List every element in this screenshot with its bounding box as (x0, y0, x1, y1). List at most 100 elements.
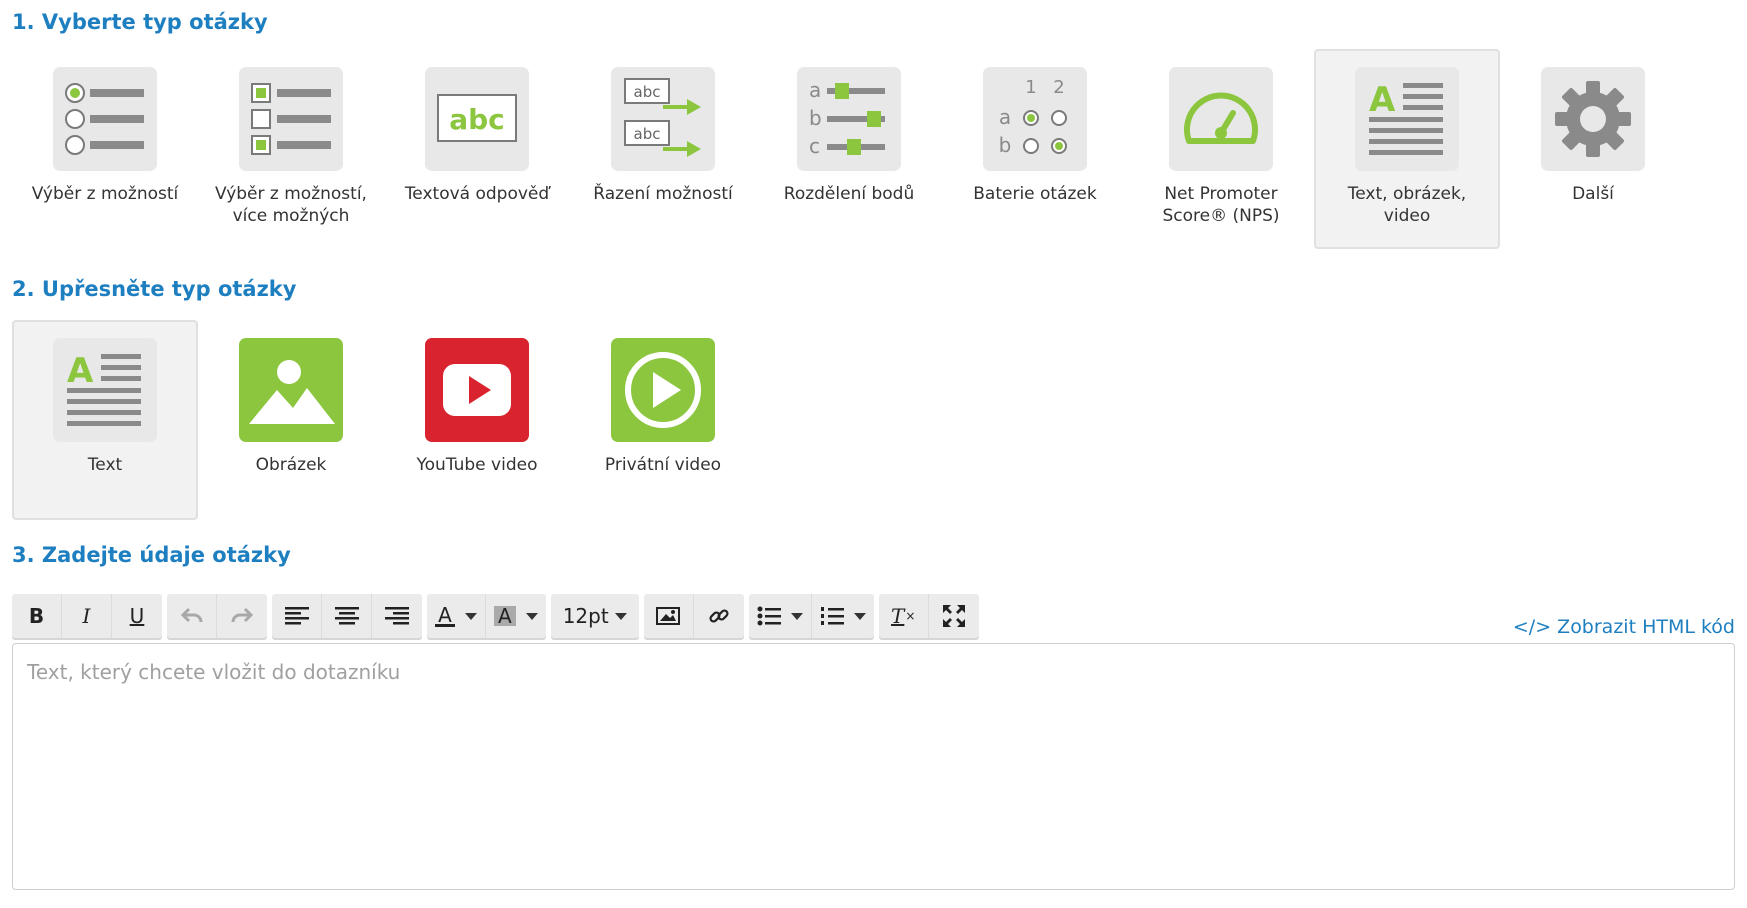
align-right-icon (385, 607, 409, 625)
type-label: Výběr z možností (31, 184, 179, 204)
question-type-list: Výběr z možností Výběr z možností, více … (12, 49, 1686, 249)
type-text-answer[interactable]: abc Textová odpověď (384, 49, 570, 249)
image-icon (656, 607, 681, 625)
nps-gauge-icon (1169, 67, 1273, 171)
font-color-button[interactable]: A (427, 594, 486, 638)
subtype-text[interactable]: A Text (12, 320, 198, 520)
subtype-youtube[interactable]: YouTube video (384, 320, 570, 520)
image-icon (239, 338, 343, 442)
type-label: Řazení možností (593, 184, 733, 204)
font-size-select[interactable]: 12pt (551, 594, 639, 638)
history-group (167, 594, 267, 638)
type-label: Text (87, 455, 123, 475)
underline-button[interactable]: U (112, 594, 162, 638)
gear-icon (1541, 67, 1645, 171)
align-center-button[interactable] (322, 594, 372, 638)
play-icon (611, 338, 715, 442)
question-battery-icon: 1 2 a b (983, 67, 1087, 171)
type-multiple-choice[interactable]: Výběr z možností, více možných (198, 49, 384, 249)
type-label: Výběr z možností, více možných (215, 184, 367, 226)
type-label: Baterie otázek (973, 184, 1097, 204)
abc-text: abc (634, 125, 661, 143)
insert-group (643, 594, 744, 638)
insert-link-button[interactable] (694, 594, 744, 638)
type-label: Textová odpověď (404, 184, 550, 204)
undo-button[interactable] (167, 594, 217, 638)
type-label: Net Promoter Score® (NPS) (1162, 184, 1280, 226)
type-label: Privátní video (604, 455, 722, 475)
b-text: b (999, 133, 1012, 157)
multiple-choice-icon (239, 67, 343, 171)
fullscreen-icon (942, 605, 965, 627)
text-answer-icon: abc (425, 67, 529, 171)
bullet-list-icon (757, 606, 781, 626)
format-group: B I U (12, 594, 162, 638)
ordering-icon: abc abc (611, 67, 715, 171)
background-color-icon: A (494, 606, 516, 626)
type-points-distribution[interactable]: a b c Rozdělení bodů (756, 49, 942, 249)
numbered-list-icon (820, 607, 844, 625)
type-nps[interactable]: Net Promoter Score® (NPS) (1128, 49, 1314, 249)
section-1-title: 1. Vyberte typ otázky (12, 10, 268, 34)
redo-icon (231, 607, 253, 623)
abc-text: abc (634, 83, 661, 101)
two-text: 2 (1053, 77, 1064, 98)
fullscreen-button[interactable] (929, 594, 979, 638)
b-text: b (809, 106, 822, 130)
bold-button[interactable]: B (12, 594, 62, 638)
type-text-image-video[interactable]: A Text, obrázek, video (1314, 49, 1500, 249)
A-text: A (67, 351, 94, 391)
bullet-list-button[interactable] (749, 594, 812, 638)
insert-image-button[interactable] (644, 594, 694, 638)
type-label: Rozdělení bodů (783, 184, 915, 204)
bg-color-glyph: A (498, 604, 512, 628)
chevron-down-icon (525, 612, 538, 620)
type-ordering[interactable]: abc abc Řazení možností (570, 49, 756, 249)
type-label: YouTube video (416, 455, 538, 475)
editor-toolbar: B I U A A 12pt T × (12, 594, 984, 638)
type-single-choice[interactable]: Výběr z možností (12, 49, 198, 249)
font-size-value: 12pt (562, 604, 609, 628)
question-subtype-list: A Text Obrázek YouTube video Privátní vi… (12, 320, 756, 520)
font-size-group: 12pt (550, 594, 639, 638)
chevron-down-icon (614, 612, 627, 620)
single-choice-icon (53, 67, 157, 171)
one-text: 1 (1025, 77, 1036, 98)
text-icon: A (53, 338, 157, 442)
a-text: a (809, 78, 821, 102)
font-color-glyph: A (438, 602, 452, 627)
type-label: Text, obrázek, video (1347, 184, 1467, 226)
italic-button[interactable]: I (62, 594, 112, 638)
type-other[interactable]: Další (1500, 49, 1686, 249)
editor-placeholder: Text, který chcete vložit do dotazníku (27, 660, 401, 684)
clear-formatting-icon: T (890, 604, 905, 628)
type-question-battery[interactable]: 1 2 a b Baterie otázek (942, 49, 1128, 249)
abc-text: abc (449, 103, 505, 136)
chevron-down-icon (853, 612, 866, 620)
chevron-down-icon (465, 612, 477, 620)
a-text: a (999, 105, 1011, 129)
c-text: c (809, 134, 820, 158)
clear-formatting-button[interactable]: T × (879, 594, 929, 638)
subtype-image[interactable]: Obrázek (198, 320, 384, 520)
section-3-title: 3. Zadejte údaje otázky (12, 543, 291, 567)
question-text-editor[interactable]: Text, který chcete vložit do dotazníku (12, 643, 1735, 890)
subtype-private-video[interactable]: Privátní video (570, 320, 756, 520)
align-center-icon (334, 607, 359, 625)
text-image-video-icon: A (1355, 67, 1459, 171)
font-color-icon: A (435, 602, 455, 627)
align-group (272, 594, 422, 638)
list-group (748, 594, 874, 638)
numbered-list-button[interactable] (812, 594, 874, 638)
align-left-button[interactable] (272, 594, 322, 638)
link-icon (709, 609, 729, 623)
redo-button[interactable] (217, 594, 267, 638)
points-distribution-icon: a b c (797, 67, 901, 171)
align-left-icon (284, 607, 309, 625)
youtube-icon (425, 338, 529, 442)
background-color-button[interactable]: A (486, 594, 546, 638)
align-right-button[interactable] (372, 594, 422, 638)
show-html-code-link[interactable]: </> Zobrazit HTML kód (1513, 616, 1735, 638)
section-2-title: 2. Upřesněte typ otázky (12, 277, 297, 301)
A-text: A (1369, 80, 1396, 120)
